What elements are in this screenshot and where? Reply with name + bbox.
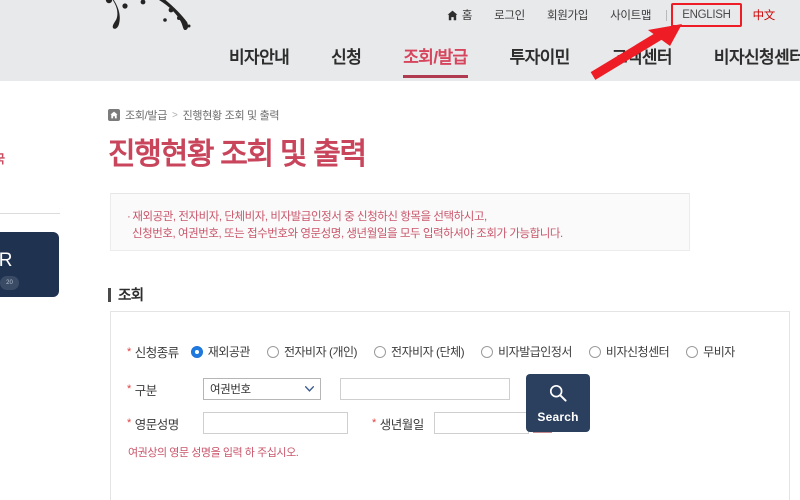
breadcrumb: 조회/발급 > 진행현황 조회 및 출력 (108, 107, 280, 123)
notice-line-2: 신청번호, 여권번호, 또는 접수번호와 영문성명, 생년월일을 모두 입력하셔… (132, 228, 563, 240)
radio-dot-evisa-group (374, 345, 387, 358)
notice-text-1: 재외공관, 전자비자, 단체비자, 비자발급인정서 중 신청하신 항목을 선택하… (132, 211, 487, 223)
breadcrumb-separator: > (172, 109, 178, 121)
label-text-birth-date: 생년월일 (379, 417, 425, 432)
section-title: 조회 (118, 288, 144, 304)
utility-link-chinese[interactable]: 中文 (742, 4, 786, 26)
radio-visa-application-center[interactable]: 비자신청센터 (588, 343, 670, 360)
chevron-down-icon (305, 383, 314, 395)
label-birth-date: * 생년월일 (372, 414, 424, 433)
nav-list: 비자안내 신청 조회/발급 투자이민 고객센터 비자신청센터 (208, 33, 800, 78)
notice-bullet: · (127, 211, 131, 223)
sidebar-strip-text: 국 (0, 150, 5, 167)
label-gubun: * 구분 (127, 380, 193, 399)
sidebar-divider (0, 213, 60, 214)
input-birth-date[interactable] (433, 412, 529, 434)
utility-link-home[interactable]: 홈 (443, 4, 483, 26)
utility-label-home: 홈 (461, 10, 473, 22)
utility-divider (666, 9, 668, 21)
notice-line-1: · 재외공관, 전자비자, 단체비자, 비자발급인정서 중 신청하신 항목을 선택… (127, 208, 487, 224)
input-gubun-value[interactable] (340, 378, 510, 400)
required-mark-english-name: * (127, 417, 131, 429)
radio-label-overseas-mission: 재외공관 (207, 345, 251, 359)
label-application-type: * 신청종류 (127, 342, 179, 361)
radio-dot-evisa-individual (266, 345, 279, 358)
radio-dot-visa-application-center (588, 345, 601, 358)
radio-label-no-visa: 무비자 (703, 345, 735, 359)
promo-badge: 20 (0, 276, 19, 290)
field-row-name-dob: * 영문성명 * 생년월일 (127, 412, 552, 434)
help-text-english-name: 여권상의 영문 성명을 입력 하 주십시오. (128, 447, 299, 459)
breadcrumb-home-icon[interactable] (108, 109, 120, 121)
required-mark-birth-date: * (372, 417, 376, 429)
promo-title: ATOR (0, 250, 14, 271)
nav-item-visa-application-center[interactable]: 비자신청센터 (693, 33, 800, 68)
radio-overseas-mission[interactable]: 재외공관 (190, 343, 251, 360)
section-accent-bar (108, 287, 111, 302)
radio-dot-no-visa (686, 345, 699, 358)
nav-item-visa-guide[interactable]: 비자안내 (208, 33, 310, 68)
radio-group-application-type: 재외공관 전자비자 (개인) 전자비자 (단체) 비자발급인정서 비자신청센터 … (190, 343, 752, 360)
home-icon (447, 10, 458, 21)
select-gubun[interactable]: 여권번호 (203, 378, 321, 400)
label-english-name: * 영문성명 (127, 414, 193, 433)
sidebar-promo-card[interactable]: ATOR 20 (0, 232, 59, 297)
utility-link-login[interactable]: 로그인 (483, 4, 536, 26)
magnifier-icon (548, 383, 568, 408)
select-gubun-value: 여권번호 (210, 384, 251, 396)
label-text-gubun: 구분 (134, 383, 158, 398)
section-header: 조회 (108, 284, 144, 305)
utility-bar: 홈 로그인 회원가입 사이트맵 ENGLISH 中文 (443, 3, 786, 27)
breadcrumb-item-0[interactable]: 조회/발급 (125, 107, 167, 123)
search-form-panel: * 신청종류 재외공관 전자비자 (개인) 전자비자 (단체) 비자발급인정서 … (110, 311, 790, 500)
notice-box: · 재외공관, 전자비자, 단체비자, 비자발급인정서 중 신청하신 항목을 선택… (110, 193, 690, 251)
search-button-label: Search (537, 409, 579, 424)
input-english-name[interactable] (203, 412, 348, 434)
page-title: 진행현황 조회 및 출력 (108, 138, 367, 171)
utility-link-sitemap[interactable]: 사이트맵 (599, 4, 662, 26)
label-text-english-name: 영문성명 (134, 417, 180, 432)
radio-label-visa-issuance-certificate: 비자발급인정서 (498, 345, 572, 359)
radio-dot-visa-issuance-certificate (481, 345, 494, 358)
search-button[interactable]: Search (526, 374, 590, 432)
required-mark-gubun: * (127, 383, 131, 395)
page-root: 홈 로그인 회원가입 사이트맵 ENGLISH 中文 비자안내 신청 조회/발급… (0, 0, 800, 500)
nav-item-apply[interactable]: 신청 (310, 33, 382, 68)
label-text-application-type: 신청종류 (134, 346, 180, 360)
annotation-arrow (590, 24, 682, 80)
required-mark-application-type: * (127, 345, 131, 358)
radio-label-visa-application-center: 비자신청센터 (605, 345, 670, 359)
field-row-application-type: * 신청종류 재외공관 전자비자 (개인) 전자비자 (단체) 비자발급인정서 … (127, 342, 752, 361)
utility-link-signup[interactable]: 회원가입 (536, 4, 599, 26)
radio-label-evisa-individual: 전자비자 (개인) (283, 345, 358, 359)
radio-evisa-individual[interactable]: 전자비자 (개인) (266, 343, 358, 360)
radio-visa-issuance-certificate[interactable]: 비자발급인정서 (481, 343, 572, 360)
radio-label-evisa-group: 전자비자 (단체) (391, 345, 465, 359)
radio-no-visa[interactable]: 무비자 (686, 343, 735, 360)
breadcrumb-item-1: 진행현황 조회 및 출력 (182, 110, 280, 122)
radio-evisa-group[interactable]: 전자비자 (단체) (374, 343, 465, 360)
nav-item-investment-immigration[interactable]: 투자이민 (489, 33, 591, 68)
english-link-wrapper: ENGLISH (671, 3, 742, 27)
nav-item-inquiry-issue[interactable]: 조회/발급 (382, 33, 488, 78)
field-row-gubun: * 구분 여권번호 (127, 378, 510, 400)
radio-dot-overseas-mission (190, 345, 203, 358)
utility-link-english[interactable]: ENGLISH (672, 6, 740, 24)
